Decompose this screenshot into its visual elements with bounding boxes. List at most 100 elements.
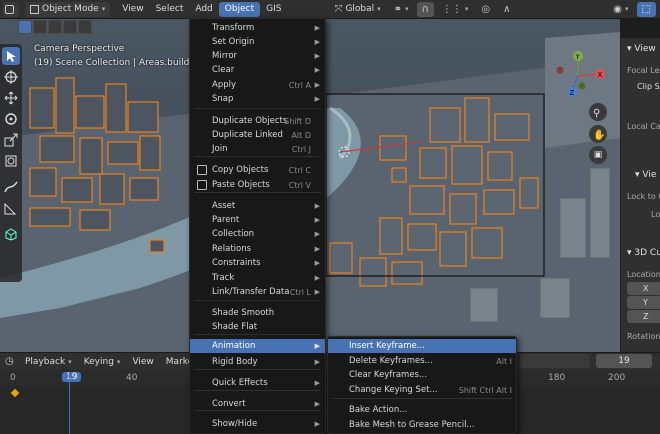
- annotate-tool-icon[interactable]: [2, 178, 20, 196]
- gizmo-toggle[interactable]: ⬚: [636, 1, 656, 17]
- submenu-arrow-icon: ▶: [314, 81, 320, 89]
- zoom-icon[interactable]: [589, 104, 607, 122]
- menu-separator: [194, 390, 321, 391]
- move-tool-icon[interactable]: [2, 89, 20, 107]
- menu-item-label: Mirror: [212, 51, 238, 61]
- panel-view-header[interactable]: ▾ View: [627, 44, 656, 54]
- menu-keying[interactable]: Keying ▾: [78, 354, 127, 369]
- object-menu-item-clear[interactable]: Clear ▶: [190, 63, 325, 77]
- mode-label: Object Mode: [42, 4, 99, 14]
- animation-menu-item-bake-action[interactable]: Bake Action...: [328, 403, 516, 417]
- object-menu: Transform ▶ Set Origin ▶ Mirror ▶ Clear ▶ Apply C…: [189, 18, 326, 434]
- animation-submenu: Insert Keyframe... Delete Keyframes... Alt…: [327, 336, 517, 434]
- object-menu-item-duplicate-linked[interactable]: Duplicate Linked Alt D: [190, 128, 325, 142]
- menu-item-shortcut: Ctrl C: [288, 165, 311, 175]
- object-menu-item-set-origin[interactable]: Set Origin ▶: [190, 35, 325, 49]
- chevron-down-icon: ▾: [405, 5, 409, 13]
- object-menu-item-convert[interactable]: Convert ▶: [190, 397, 325, 411]
- select-mode-bar: [0, 20, 92, 36]
- object-menu-item-snap[interactable]: Snap ▶: [190, 92, 325, 106]
- editor-type-icon: [5, 4, 14, 14]
- transform-tool-icon[interactable]: [2, 152, 20, 170]
- menu-item-label: Animation: [212, 341, 256, 351]
- cursor-tool-icon[interactable]: [2, 68, 20, 86]
- paste-icon: [197, 180, 207, 190]
- menu-item-label: Paste Objects: [212, 180, 270, 190]
- add-cube-tool-icon[interactable]: [2, 225, 20, 243]
- menu-item-label: Clear: [212, 65, 235, 75]
- transform-orientation-dropdown[interactable]: ⤧ Global ▾: [329, 2, 385, 17]
- pivot-point-button[interactable]: ⚭ ▾: [389, 2, 414, 17]
- menu-add[interactable]: Add: [189, 2, 218, 17]
- falloff-button[interactable]: ∧: [498, 2, 515, 17]
- timeline-editor-type-button[interactable]: ◷: [3, 354, 19, 369]
- object-menu-item-collection[interactable]: Collection ▶: [190, 227, 325, 241]
- menu-gis[interactable]: GIS: [260, 2, 287, 17]
- object-menu-item-quick-effects[interactable]: Quick Effects ▶: [190, 376, 325, 390]
- editor-type-button[interactable]: [3, 1, 19, 17]
- select-box-new-icon[interactable]: [18, 20, 32, 34]
- rotate-tool-icon[interactable]: [2, 110, 20, 128]
- measure-tool-icon[interactable]: [2, 199, 20, 217]
- snap-settings-button[interactable]: ⋮⋮ ▾: [437, 2, 474, 17]
- object-menu-item-shade-smooth[interactable]: Shade Smooth: [190, 306, 325, 320]
- snap-grid-icon: ⋮⋮: [441, 3, 462, 15]
- cursor-y-field[interactable]: Y: [627, 296, 660, 309]
- object-menu-item-show-hide[interactable]: Show/Hide ▶: [190, 417, 325, 431]
- submenu-arrow-icon: ▶: [314, 259, 320, 267]
- menu-item-label: Snap: [212, 94, 234, 104]
- menu-object[interactable]: Object: [218, 1, 261, 17]
- object-menu-item-link-transfer-data[interactable]: Link/Transfer Data Ctrl L ▶: [190, 285, 325, 299]
- cursor-x-field[interactable]: X: [627, 282, 660, 295]
- animation-menu-item-insert-keyframe[interactable]: Insert Keyframe...: [328, 339, 516, 353]
- menu-playback[interactable]: Playback ▾: [19, 354, 78, 369]
- submenu-arrow-icon: ▶: [314, 202, 320, 210]
- cursor-z-field[interactable]: Z: [627, 310, 660, 323]
- panel-3d-cursor-header[interactable]: ▾ 3D Cu: [627, 248, 660, 258]
- camera-view-icon[interactable]: ▣: [589, 146, 607, 164]
- select-box-invert-icon[interactable]: [63, 20, 77, 34]
- object-menu-item-relations[interactable]: Relations ▶: [190, 242, 325, 256]
- clip-start-field[interactable]: Clip S: [637, 82, 660, 91]
- select-box-intersect-icon[interactable]: [78, 20, 92, 34]
- current-frame-field[interactable]: 19: [596, 354, 652, 368]
- object-menu-item-shade-flat[interactable]: Shade Flat: [190, 320, 325, 334]
- select-box-extend-icon[interactable]: [33, 20, 47, 34]
- object-menu-item-paste-objects[interactable]: Paste Objects Ctrl V: [190, 178, 325, 192]
- select-tool-icon[interactable]: [2, 47, 20, 65]
- object-menu-item-parent[interactable]: Parent ▶: [190, 213, 325, 227]
- animation-menu-item-delete-keyframes[interactable]: Delete Keyframes... Alt I: [328, 354, 516, 368]
- playhead[interactable]: [69, 372, 70, 434]
- select-box-subtract-icon[interactable]: [48, 20, 62, 34]
- object-menu-item-transform[interactable]: Transform ▶: [190, 21, 325, 35]
- focal-length-label: Focal Le: [627, 66, 660, 75]
- object-menu-item-join[interactable]: Join Ctrl J: [190, 142, 325, 156]
- object-menu-item-copy-objects[interactable]: Copy Objects Ctrl C: [190, 163, 325, 177]
- submenu-arrow-icon: ▶: [314, 95, 320, 103]
- snap-toggle[interactable]: ∩: [416, 1, 434, 17]
- proportional-editing-button[interactable]: ◎: [476, 2, 495, 17]
- menu-item-label: Transform: [212, 23, 255, 33]
- local-camera-label: Local Ca: [627, 122, 660, 131]
- animation-menu-item-clear-keyframes[interactable]: Clear Keyframes...: [328, 368, 516, 382]
- menu-timeline-view[interactable]: View: [126, 354, 159, 369]
- animation-menu-item-bake-mesh-to-grease-pencil[interactable]: Bake Mesh to Grease Pencil...: [328, 418, 516, 432]
- playback-controls[interactable]: [520, 354, 590, 368]
- object-menu-item-asset[interactable]: Asset ▶: [190, 199, 325, 213]
- animation-menu-item-change-keying-set[interactable]: Change Keying Set... Shift Ctrl Alt I: [328, 383, 516, 397]
- mode-dropdown[interactable]: Object Mode ▾: [25, 1, 111, 17]
- object-menu-item-apply[interactable]: Apply Ctrl A ▶: [190, 78, 325, 92]
- scale-tool-icon[interactable]: [2, 131, 20, 149]
- panel-view-lock-header[interactable]: ▾ Vie: [635, 170, 656, 180]
- menu-view[interactable]: View: [116, 2, 149, 17]
- ruler-current-frame[interactable]: 19: [62, 372, 82, 382]
- object-menu-item-constraints[interactable]: Constraints ▶: [190, 256, 325, 270]
- object-menu-item-rigid-body[interactable]: Rigid Body ▶: [190, 355, 325, 369]
- menu-select[interactable]: Select: [150, 2, 190, 17]
- visibility-button[interactable]: ◉ ▾: [608, 2, 633, 17]
- object-menu-item-mirror[interactable]: Mirror ▶: [190, 49, 325, 63]
- object-menu-item-duplicate-objects[interactable]: Duplicate Objects Shift D: [190, 114, 325, 128]
- hand-pan-icon[interactable]: [589, 126, 607, 144]
- object-menu-item-animation[interactable]: Animation ▶: [190, 339, 325, 353]
- object-menu-item-track[interactable]: Track ▶: [190, 271, 325, 285]
